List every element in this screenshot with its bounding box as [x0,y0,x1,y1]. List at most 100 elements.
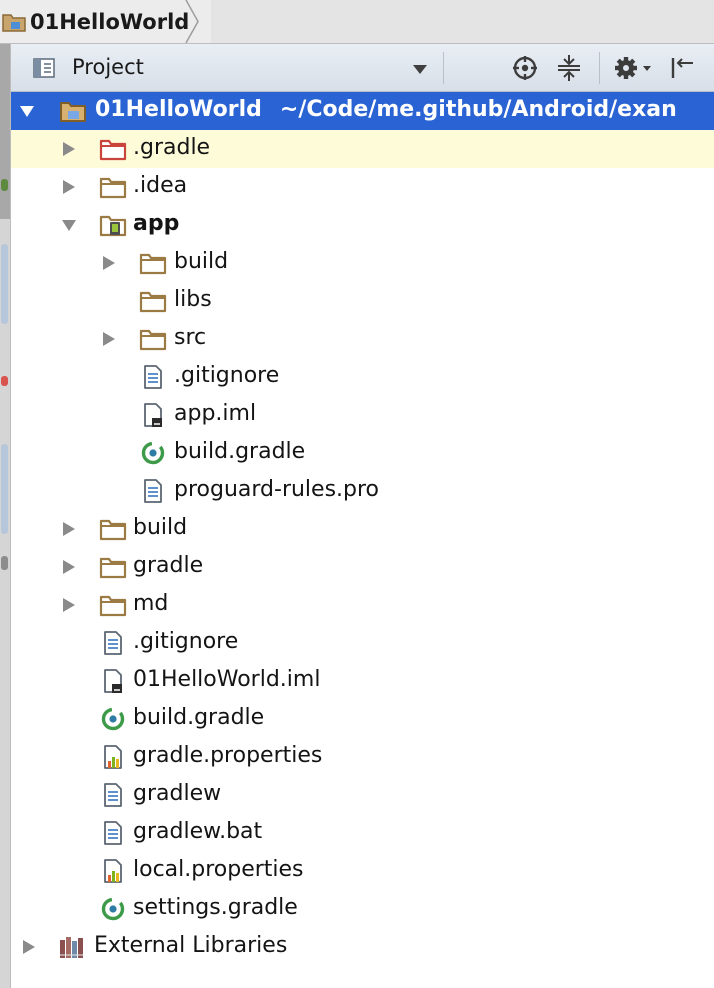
tree-item-label: .gradle [133,135,211,160]
tree-item[interactable]: build.gradle [11,434,714,472]
side-tab-captures[interactable] [1,444,8,534]
navigation-bar: 01HelloWorld [0,0,714,44]
hide-panel-icon[interactable] [667,54,697,82]
chevron-right-icon[interactable] [101,331,117,347]
chevron-down-icon[interactable] [413,65,427,74]
tree-item[interactable]: libs [11,282,714,320]
side-tab-mark [1,179,8,191]
tree-item-label: .gitignore [174,363,280,388]
gear-icon[interactable] [612,54,654,82]
tree-item[interactable]: app.iml [11,396,714,434]
tree-root-path: ~/Code/me.github/Android/exan [279,97,677,122]
libraries-icon [58,935,86,959]
tree-item[interactable]: .idea [11,168,714,206]
tree-item[interactable]: md [11,586,714,624]
tree-item-label: app.iml [174,401,257,426]
side-tab-mark-grey [1,556,8,570]
side-tool-strip [0,44,11,988]
tree-item[interactable]: External Libraries [11,928,714,966]
breadcrumb-item-project[interactable]: 01HelloWorld [0,0,212,43]
chevron-right-icon[interactable] [61,521,77,537]
tree-item-label: settings.gradle [133,895,298,920]
gradle-file-icon [99,707,127,731]
chevron-right-icon[interactable] [101,255,117,271]
tree-item[interactable]: .gradle [11,130,714,168]
project-folder-icon [59,99,87,123]
tree-item[interactable]: local.properties [11,852,714,890]
breadcrumb-label: 01HelloWorld [30,9,190,34]
tree-root-item[interactable]: 01HelloWorld ~/Code/me.github/Android/exa… [11,92,714,130]
iml-file-icon [139,403,167,427]
breadcrumb-separator-icon [185,0,199,43]
tree-item-label: app [133,211,180,236]
tree-item[interactable]: gradlew.bat [11,814,714,852]
tree-item[interactable]: build [11,244,714,282]
side-tab-structure[interactable] [1,244,8,324]
chevron-down-icon[interactable] [61,217,77,233]
text-file-icon [139,365,167,389]
tree-item-label: src [174,325,207,350]
chevron-right-icon[interactable] [61,559,77,575]
folder-icon [139,251,167,275]
tree-item[interactable]: gradlew [11,776,714,814]
chevron-right-icon[interactable] [61,179,77,195]
tree-item-label: gradlew.bat [133,819,263,844]
android-module-icon [99,213,127,237]
tree-item-label: .gitignore [133,629,239,654]
view-selector-label[interactable]: Project [72,55,144,79]
tree-item[interactable]: settings.gradle [11,890,714,928]
tree-item-label: build [133,515,188,540]
tree-item-label: proguard-rules.pro [174,477,380,502]
text-file-icon [99,631,127,655]
tree-item[interactable]: gradle.properties [11,738,714,776]
gradle-file-icon [139,441,167,465]
chevron-right-icon[interactable] [61,141,77,157]
tree-item[interactable]: proguard-rules.pro [11,472,714,510]
iml-file-icon [99,669,127,693]
chevron-right-icon[interactable] [61,597,77,613]
toolbar-separator [443,52,444,84]
tree-item[interactable]: .gitignore [11,624,714,662]
chevron-down-icon[interactable] [19,103,35,119]
tree-item-label: md [133,591,169,616]
project-tool-window: 01HelloWorld Project 01HelloWorld ~/Code… [0,0,714,988]
tree-item[interactable]: .gitignore [11,358,714,396]
toolbar-separator [599,52,600,84]
project-view-icon [33,58,55,78]
folder-icon [139,289,167,313]
tree-item-label: build.gradle [133,705,265,730]
tree-item[interactable]: 01HelloWorld.iml [11,662,714,700]
text-file-icon [99,821,127,845]
tree-item-label: gradle [133,553,204,578]
properties-file-icon [99,745,127,769]
tree-item-label: local.properties [133,857,304,882]
chevron-right-icon[interactable] [21,939,37,955]
folder-icon [99,555,127,579]
tree-item-label: .idea [133,173,188,198]
folder-icon [99,593,127,617]
tree-item[interactable]: build.gradle [11,700,714,738]
excluded-folder-icon [99,137,127,161]
side-tab-mark-red [1,376,8,386]
scroll-from-source-icon[interactable] [510,54,540,82]
tree-item[interactable]: src [11,320,714,358]
tree-item[interactable]: app [11,206,714,244]
tree-item-label: 01HelloWorld.iml [133,667,321,692]
tree-root-name: 01HelloWorld [95,97,262,122]
side-tab-project[interactable] [0,44,10,219]
folder-icon [99,175,127,199]
collapse-all-icon[interactable] [554,54,584,82]
folder-icon [99,517,127,541]
gradle-file-icon [99,897,127,921]
folder-icon [139,327,167,351]
text-file-icon [139,479,167,503]
tree-item-label: gradlew [133,781,222,806]
tree-item-label: build.gradle [174,439,306,464]
text-file-icon [99,783,127,807]
properties-file-icon [99,859,127,883]
tree-item-label: External Libraries [94,933,288,958]
tree-item-label: gradle.properties [133,743,323,768]
tool-window-header: Project [11,44,714,92]
tree-item[interactable]: build [11,510,714,548]
tree-item[interactable]: gradle [11,548,714,586]
